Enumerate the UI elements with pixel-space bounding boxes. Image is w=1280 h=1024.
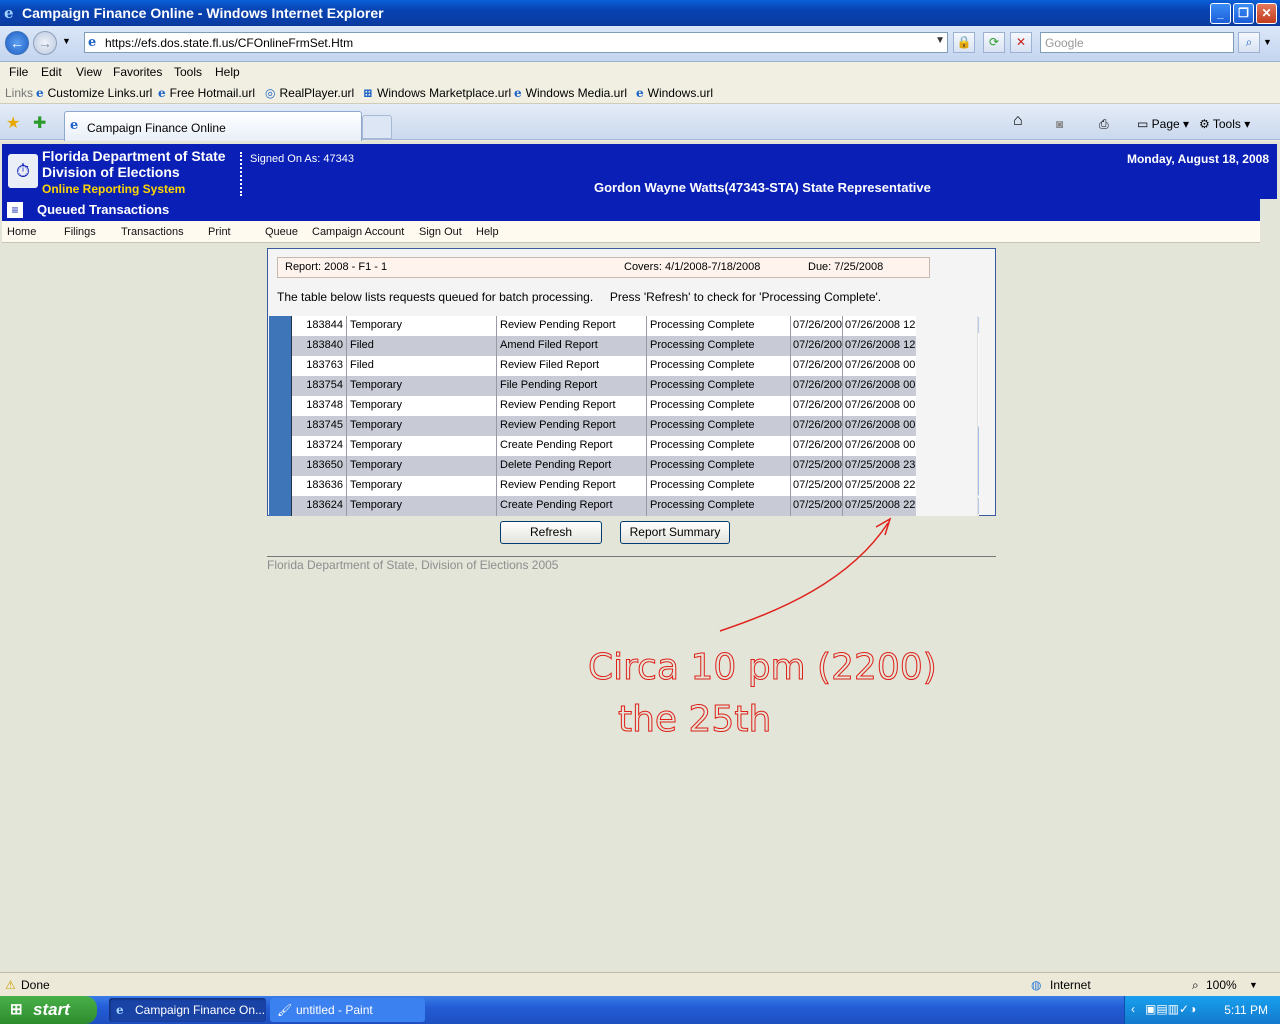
taskbar-item-paint[interactable]: 🖌 untitled - Paint — [270, 998, 425, 1022]
page-menu-button[interactable]: ▭ Page ▾ — [1137, 117, 1189, 131]
menu-edit[interactable]: Edit — [41, 65, 62, 79]
add-favorites-icon[interactable]: ✚ — [33, 113, 46, 133]
menu-bar: File Edit View Favorites Tools Help — [0, 62, 1280, 82]
window-title: Campaign Finance Online - Windows Intern… — [22, 5, 384, 21]
zoom-dropdown-icon[interactable]: ▼ — [1249, 980, 1258, 990]
security-zone: Internet — [1050, 978, 1091, 992]
search-options-icon[interactable]: ▼ — [1263, 37, 1272, 47]
taskbar-item-ie[interactable]: e Campaign Finance On... — [109, 998, 266, 1022]
start-label: start — [33, 1000, 70, 1019]
tab-campaign-finance[interactable]: e Campaign Finance Online — [64, 111, 362, 141]
print-icon[interactable]: ⎙ — [1099, 117, 1109, 132]
handwritten-annotation: Circa 10 pm (2200) the 25th — [588, 517, 937, 741]
stop-icon[interactable]: ✕ — [1010, 32, 1032, 53]
restore-button[interactable]: ❐ — [1233, 3, 1254, 24]
ie-page-icon: e — [158, 86, 166, 100]
ie-logo-icon: e — [4, 4, 14, 22]
address-dropdown-icon[interactable]: ▼ — [935, 35, 945, 46]
menu-favorites[interactable]: Favorites — [113, 65, 162, 79]
clock: 5:11 PM — [1224, 1003, 1268, 1017]
address-url: https://efs.dos.state.fl.us/CFOnlineFrmS… — [105, 36, 354, 50]
home-icon[interactable]: ⌂ — [1013, 112, 1023, 130]
status-bar: ⚠ Done ◍ Internet ⌕ 100% ▼ — [0, 972, 1280, 996]
forward-button[interactable]: → — [33, 31, 57, 55]
ie-page-icon: e — [514, 86, 522, 100]
minimize-button[interactable]: _ — [1210, 3, 1231, 24]
link-windows-media[interactable]: e Windows Media.url — [514, 86, 627, 100]
page-icon: e — [88, 35, 97, 50]
search-icon[interactable]: ⌕ — [1238, 32, 1260, 53]
arrow-head — [875, 517, 892, 536]
ie-icon: e — [116, 1003, 124, 1017]
window-title-bar: e Campaign Finance Online - Windows Inte… — [0, 0, 1280, 26]
annotation-line2: the 25th — [618, 699, 771, 740]
links-bar: Links e Customize Links.url e Free Hotmail… — [0, 82, 1280, 104]
annotation-arrow — [719, 522, 889, 632]
tab-label: Campaign Finance Online — [87, 121, 226, 135]
address-bar[interactable]: e https://efs.dos.state.fl.us/CFOnlineFr… — [84, 32, 948, 53]
link-realplayer[interactable]: ◎ RealPlayer.url — [265, 86, 354, 100]
start-button[interactable]: ⊞ start — [0, 996, 97, 1024]
menu-view[interactable]: View — [76, 65, 102, 79]
system-tray: ‹ ▣▤▥✓◑ 5:11 PM — [1124, 996, 1280, 1024]
annotation-line1: Circa 10 pm (2200) — [588, 647, 937, 688]
warning-icon: ⚠ — [5, 978, 16, 992]
refresh-icon[interactable]: ⟳ — [983, 32, 1005, 53]
back-button[interactable]: ← — [5, 31, 29, 55]
web-page: ⏱ Florida Department of State Division o… — [0, 141, 1280, 972]
new-tab-button[interactable] — [362, 115, 392, 139]
ie-page-icon: e — [636, 86, 644, 100]
page-icon: e — [70, 118, 79, 133]
address-toolbar: ← → ▼ e https://efs.dos.state.fl.us/CFOn… — [0, 26, 1280, 62]
close-button[interactable]: ✕ — [1256, 3, 1277, 24]
link-hotmail[interactable]: e Free Hotmail.url — [158, 86, 255, 100]
links-label: Links — [5, 86, 34, 100]
tab-bar: ★ ✚ e Campaign Finance Online ⌂ ◙ ⎙ ▭ Pa… — [0, 104, 1280, 141]
tray-expand-icon[interactable]: ‹ — [1131, 1002, 1135, 1016]
windows-icon: ⊞ — [363, 86, 374, 100]
taskbar: ⊞ start e Campaign Finance On... 🖌 untit… — [0, 996, 1280, 1024]
menu-tools[interactable]: Tools — [174, 65, 202, 79]
globe-icon: ◍ — [1031, 978, 1042, 992]
status-text: Done — [21, 978, 50, 992]
feeds-icon[interactable]: ◙ — [1056, 117, 1063, 131]
ie-page-icon: e — [36, 86, 44, 100]
paint-icon: 🖌 — [277, 1003, 293, 1017]
zoom-icon[interactable]: ⌕ — [1192, 978, 1199, 993]
tray-icons: ▣▤▥✓◑ — [1145, 1002, 1197, 1016]
tools-menu-button[interactable]: ⚙ Tools ▾ — [1199, 117, 1250, 131]
zoom-level[interactable]: 100% — [1206, 978, 1237, 992]
link-marketplace[interactable]: ⊞ Windows Marketplace.url — [363, 86, 511, 100]
search-input[interactable]: Google — [1040, 32, 1234, 53]
favorites-star-icon[interactable]: ★ — [6, 113, 20, 133]
menu-file[interactable]: File — [9, 65, 28, 79]
menu-help[interactable]: Help — [215, 65, 240, 79]
realplayer-icon: ◎ — [265, 86, 276, 100]
lock-icon[interactable]: 🔒 — [953, 32, 975, 53]
history-dropdown-icon[interactable]: ▼ — [62, 36, 71, 46]
windows-flag-icon: ⊞ — [10, 1001, 23, 1018]
link-windows[interactable]: e Windows.url — [636, 86, 713, 100]
link-customize[interactable]: e Customize Links.url — [36, 86, 152, 100]
